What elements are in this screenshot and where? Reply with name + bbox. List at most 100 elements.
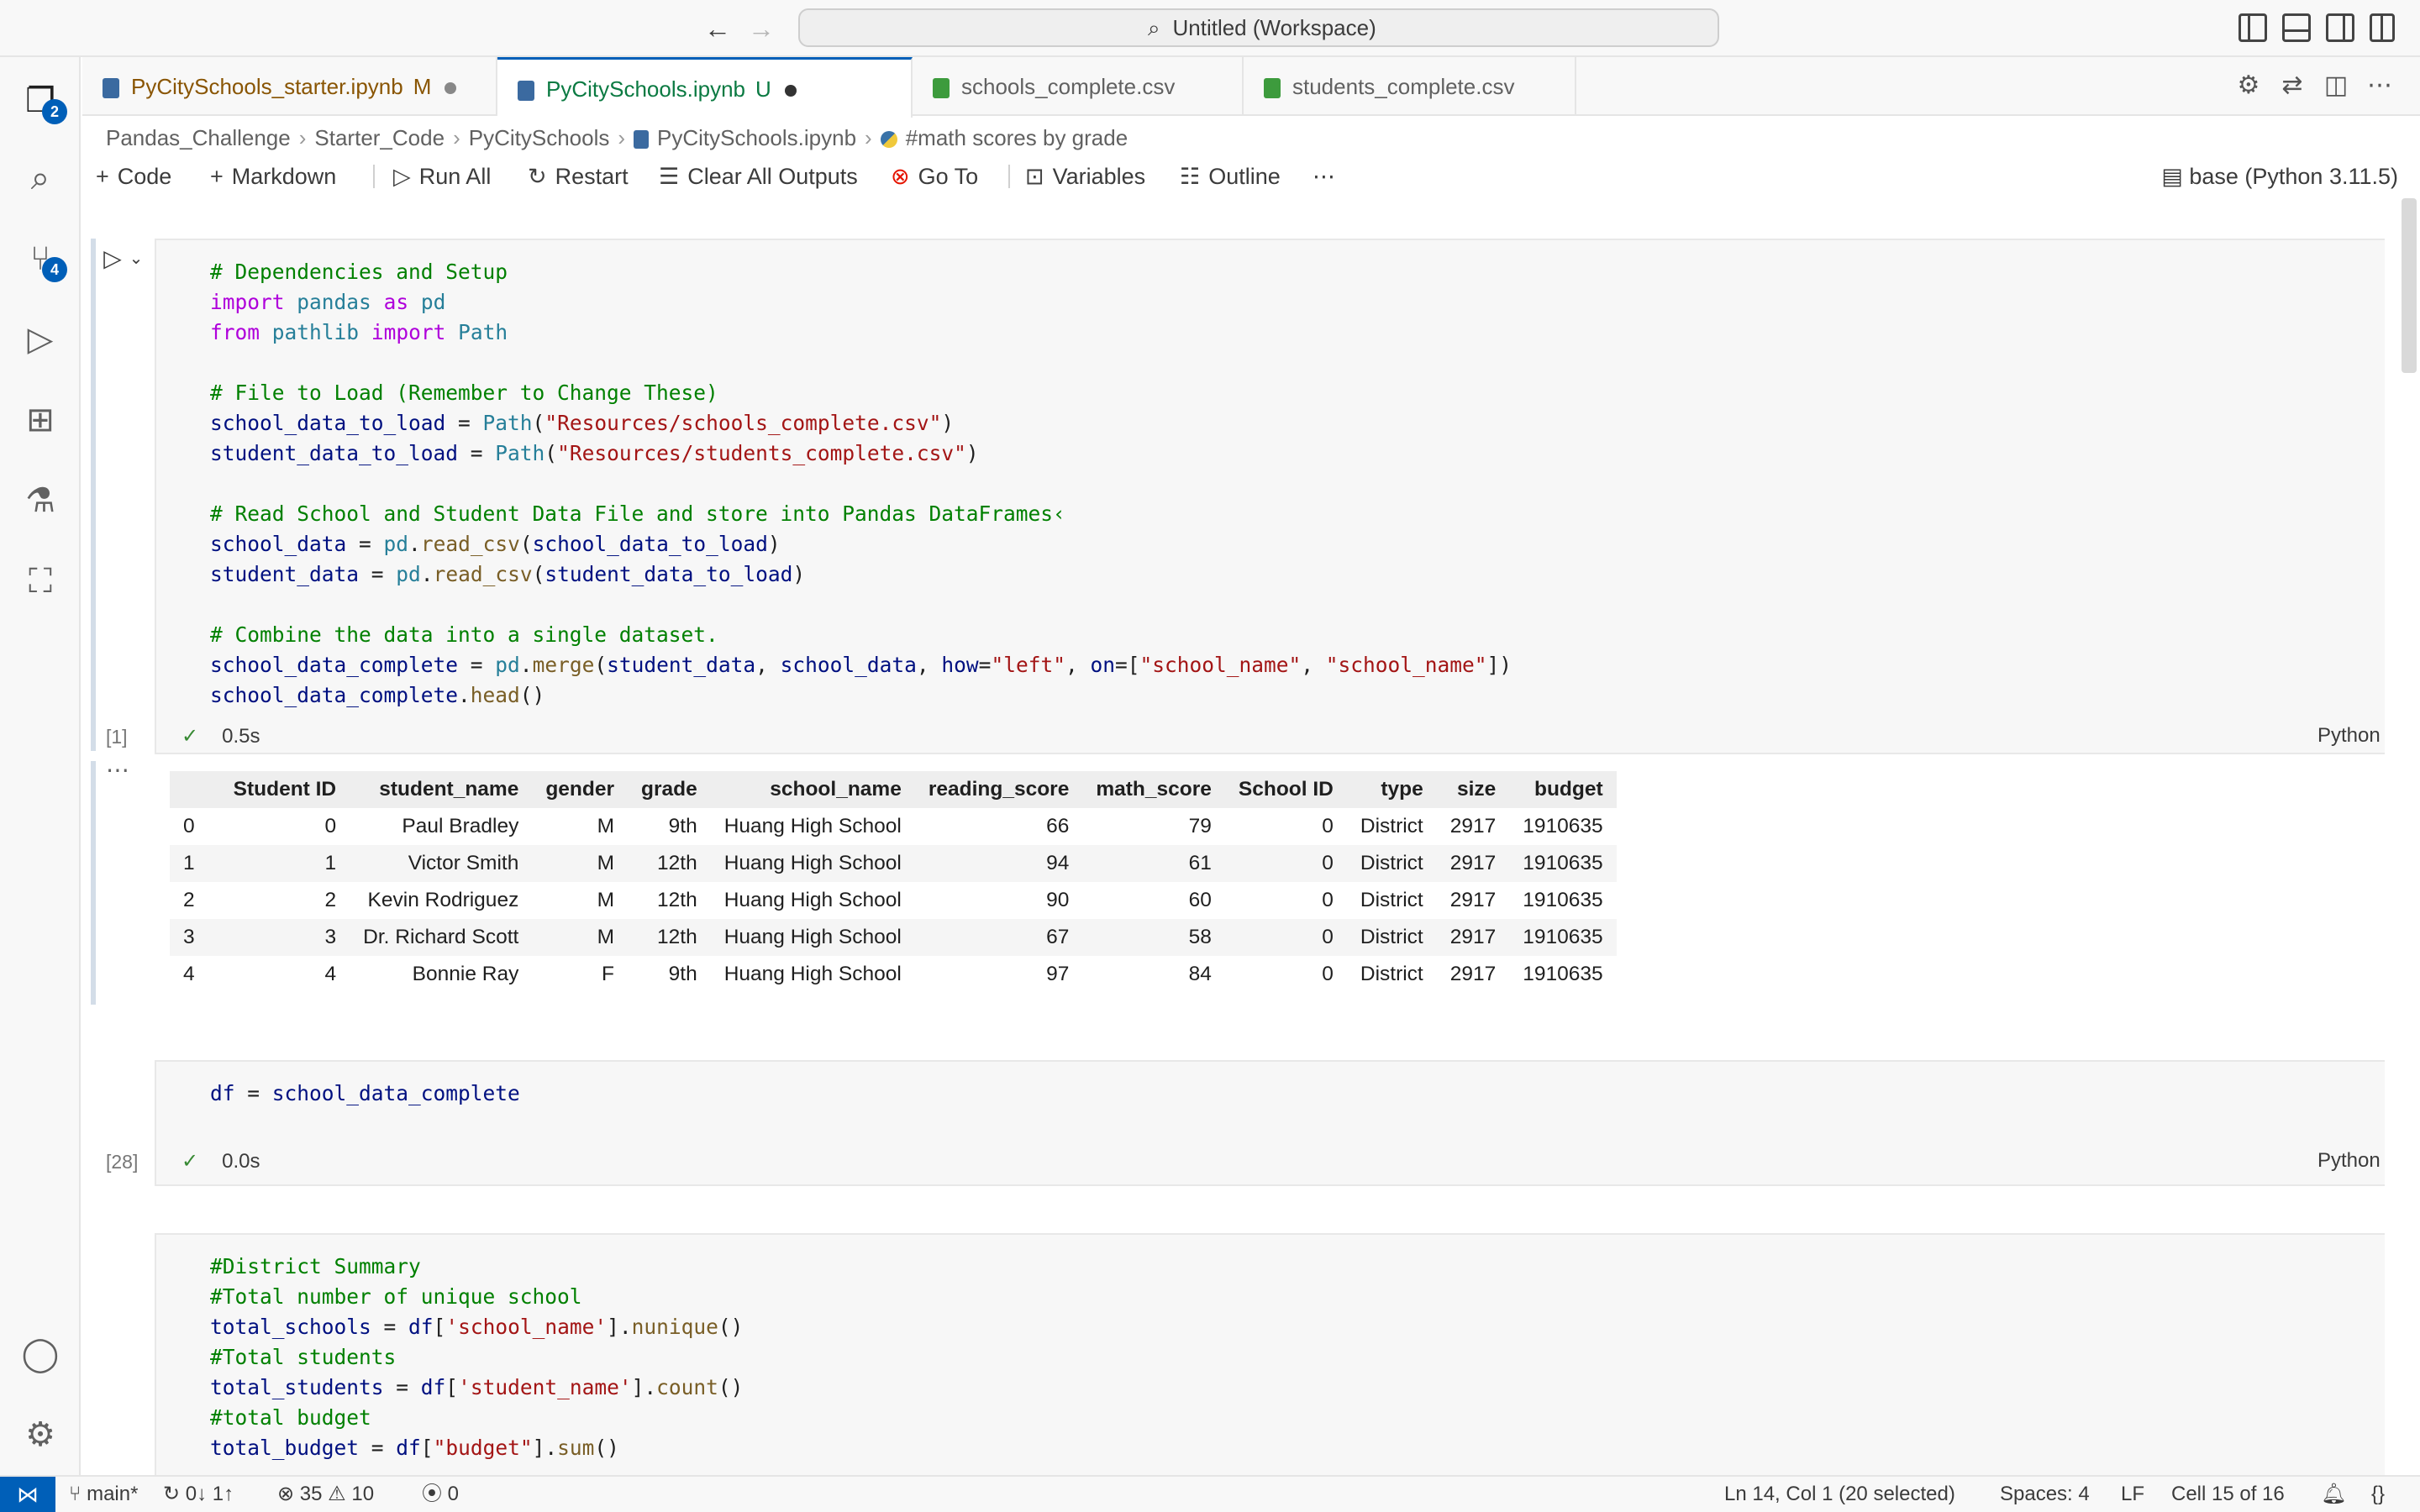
tab-students-complete-csv[interactable]: students_complete.csv [1244,57,1576,116]
error-count: 35 [299,1483,323,1505]
cell-code-editor[interactable]: df = school_data_complete [210,1079,520,1109]
breadcrumb-item[interactable]: PyCitySchools [469,125,610,150]
toggle-panel-icon[interactable] [2282,13,2311,42]
table-cell: 2917 [1449,963,1497,985]
code-cell[interactable]: #District Summary #Total number of uniqu… [155,1233,2385,1475]
breadcrumb-item[interactable]: #math scores by grade [906,125,1128,150]
breadcrumb-item[interactable]: PyCitySchools.ipynb [657,125,856,150]
code-token: as [383,290,409,314]
code-token: student_data [607,653,756,677]
more-actions-icon[interactable]: ⋯ [2363,69,2396,102]
cell-duration: 0.5s [222,725,260,748]
source-control-icon[interactable]: ⑂ 4 [17,235,67,282]
column-header: budget [1509,771,1617,808]
cell-code-editor[interactable]: #District Summary #Total number of uniqu… [210,1252,743,1463]
outline-button[interactable]: ☷ Outline [1180,155,1281,198]
cell-output: ⋯ Student ID student_name gender grade s… [82,757,2385,1008]
run-all-button[interactable]: ▷ Run All [393,155,491,198]
back-arrow-icon[interactable]: ← [699,10,736,47]
vertical-scrollbar[interactable] [2402,198,2417,373]
gear-icon[interactable]: ⚙ [17,1411,64,1458]
cell-language[interactable]: Python [2317,724,2381,748]
bell-icon[interactable]: 🔔︎ [2321,1477,2346,1512]
cell-execution-status: ✓ 0.5s [182,724,260,748]
command-center-search[interactable]: ⌕ Untitled (Workspace) [798,8,1719,47]
table-cell: 97 [1046,963,1070,985]
output-focus-indicator [91,761,96,1005]
column-header: grade [628,771,711,808]
braces-icon[interactable]: {} [2371,1477,2385,1512]
table-cell: District [1360,963,1423,985]
code-cell[interactable]: # Dependencies and Setup import pandas a… [155,239,2385,754]
table-cell: Huang High School [710,919,915,956]
untracked-marker: U [755,76,771,102]
cell-code-editor[interactable]: # Dependencies and Setup import pandas a… [210,257,1512,711]
table-cell: 0 [1322,815,1334,837]
remote-indicator-icon[interactable]: ⋈ [0,1477,55,1512]
more-actions-icon[interactable]: ⋯ [1313,155,1335,198]
toggle-primary-sidebar-icon[interactable] [2238,13,2267,42]
toggle-secondary-sidebar-icon[interactable] [2326,13,2354,42]
explorer-icon[interactable]: ❐ 2 [17,77,67,124]
table-cell: 84 [1188,963,1212,985]
code-token: school_data_complete [271,1081,520,1105]
unsaved-dot-icon[interactable] [445,82,457,95]
code-cell[interactable]: df = school_data_complete [155,1060,2385,1186]
button-label: Code [117,164,172,189]
tab-pycityschools[interactable]: PyCitySchools.ipynb U [497,57,913,118]
account-icon[interactable]: ◯ [17,1331,64,1378]
clear-all-outputs-button[interactable]: ☰ Clear All Outputs [659,155,858,198]
breadcrumb-item[interactable]: Starter_Code [314,125,445,150]
code-string: "Resources/schools_complete.csv" [544,411,942,435]
indentation-indicator[interactable]: Spaces: 4 [2000,1477,2090,1512]
table-cell: 1910635 [1523,889,1603,911]
table-row: 1 1 Victor Smith M 12th Huang High School 94 61… [170,845,1617,882]
code-token: from [210,320,260,344]
variables-button[interactable]: ⊡ Variables [1025,155,1145,198]
eol-indicator[interactable]: LF [2121,1477,2144,1512]
run-debug-icon[interactable]: ▷ [17,316,64,363]
add-markdown-cell-button[interactable]: + Markdown [210,155,336,198]
code-token: total_schools [210,1315,371,1339]
problems-indicator[interactable]: ⊗ 35 ⚠ 10 [277,1477,374,1512]
cursor-position[interactable]: Ln 14, Col 1 (20 selected) [1724,1477,1955,1512]
tab-label: students_complete.csv [1292,74,1515,99]
tab-label: schools_complete.csv [961,74,1176,99]
extensions-icon[interactable]: ⊞ [17,396,64,444]
chevron-down-icon[interactable]: ⌄ [126,242,146,276]
output-more-icon[interactable]: ⋯ [106,756,129,784]
table-cell: 2917 [1436,845,1510,882]
gear-icon[interactable]: ⚙ [2232,69,2265,102]
cell-language[interactable]: Python [2317,1149,2381,1173]
table-cell: F [602,963,615,985]
customize-layout-icon[interactable] [2370,13,2395,42]
compare-changes-icon[interactable]: ⇄ [2275,69,2309,102]
code-token: school_data_to_load [210,411,446,435]
code-token: sum [557,1436,595,1460]
go-to-button[interactable]: ⊗ Go To [891,155,978,198]
search-icon[interactable]: ⌕ [17,155,64,202]
unsaved-dot-icon[interactable] [784,85,797,97]
testing-flask-icon[interactable]: ⚗ [17,477,64,524]
kernel-picker[interactable]: ▤ base (Python 3.11.5) [2161,155,2398,198]
add-code-cell-button[interactable]: + Code [96,155,171,198]
tab-schools-complete-csv[interactable]: schools_complete.csv [913,57,1244,116]
tab-pycityschools-starter[interactable]: PyCitySchools_starter.ipynb M [82,57,497,116]
forward-arrow-icon[interactable]: → [743,10,780,47]
code-token: school_data_complete [210,683,459,707]
run-cell-button[interactable]: ▷ [96,242,129,276]
split-editor-icon[interactable]: ◫ [2319,69,2353,102]
title-bar: ← → ⌕ Untitled (Workspace) [0,0,2420,57]
branch-indicator[interactable]: ⑂ main* [69,1477,138,1512]
breadcrumb-item[interactable]: Pandas_Challenge [106,125,291,150]
sync-indicator[interactable]: ↻ 0↓ 1↑ [163,1477,234,1512]
table-cell: 1910635 [1509,845,1617,882]
execution-count: [28] [106,1151,139,1173]
restart-button[interactable]: ↻ Restart [528,155,629,198]
cell-indicator[interactable]: Cell 15 of 16 [2171,1477,2285,1512]
ports-indicator[interactable]: ⦿ 0 [422,1477,459,1512]
table-cell: 4 [324,963,337,985]
status-bar: ⋈ ⑂ main* ↻ 0↓ 1↑ ⊗ 35 ⚠ 10 ⦿ 0 Ln 14, C… [0,1475,2420,1512]
remote-explorer-icon[interactable]: ⛶ [17,558,64,605]
notebook-file-icon [518,81,534,102]
